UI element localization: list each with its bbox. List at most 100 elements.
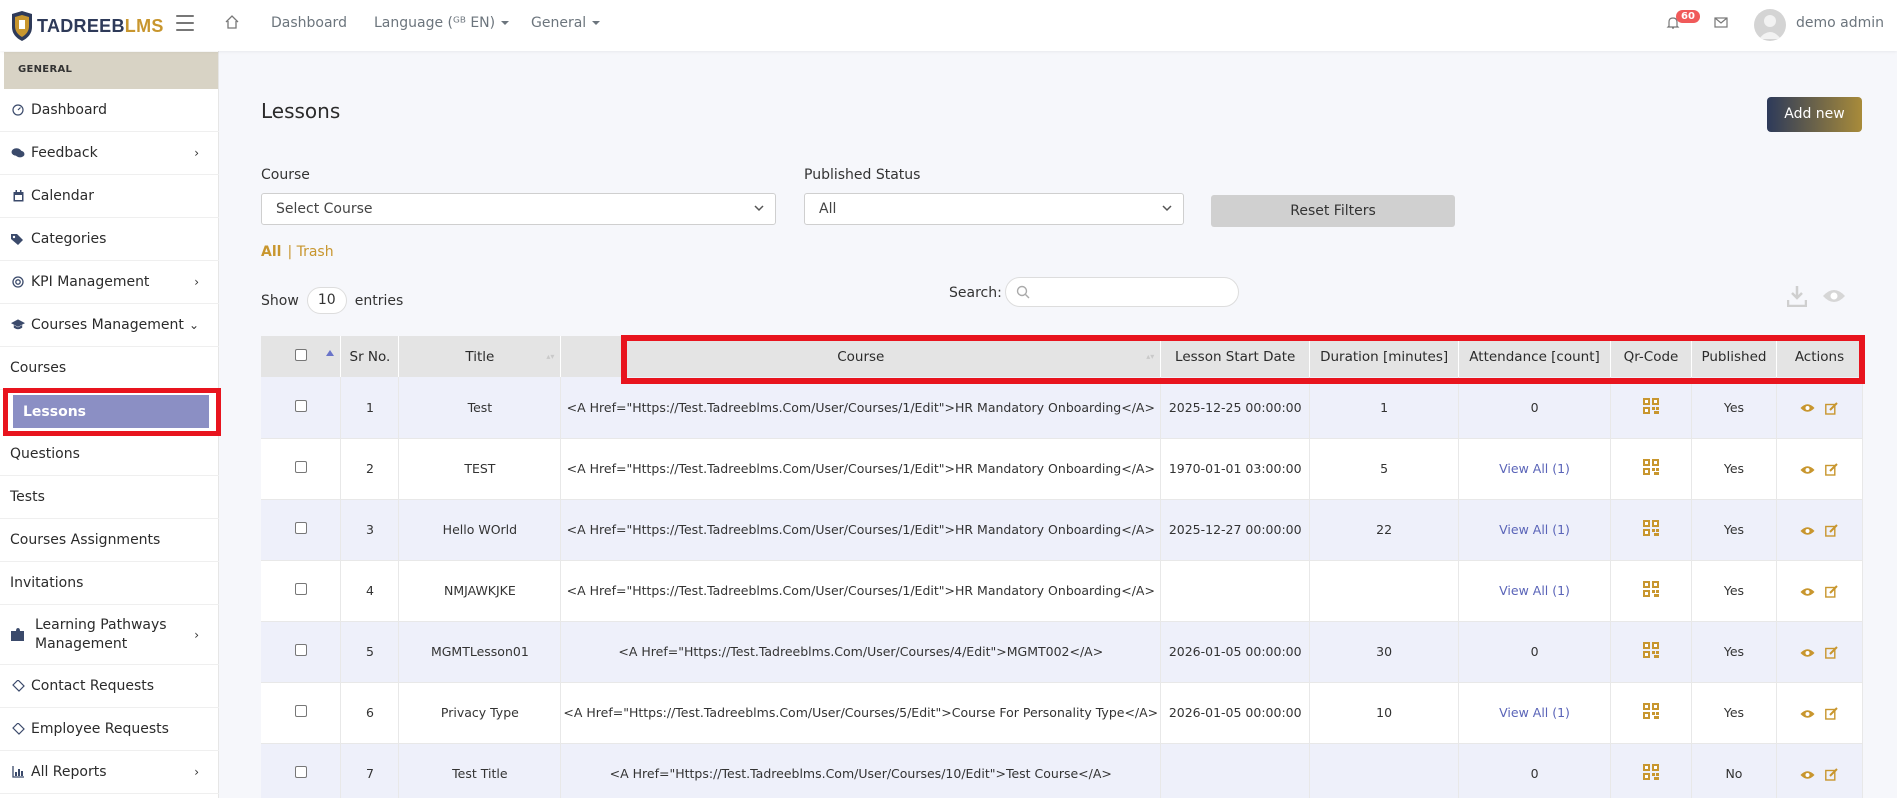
table-body: 1 Test <A Href="Https://Test.Tadreeblms.… [261,377,1864,798]
download-icon[interactable] [1787,285,1807,307]
sidebar-item-contact-requests[interactable]: Contact Requests [0,665,219,708]
cell-title: Privacy Type [398,682,562,744]
view-eye-icon[interactable] [1800,648,1815,658]
add-new-button[interactable]: Add new [1767,97,1862,132]
cell-course: <A Href="Https://Test.Tadreeblms.Com/Use… [560,560,1162,622]
row-checkbox[interactable] [294,705,307,717]
select-all-header[interactable] [261,336,342,377]
sidebar-item-dashboard[interactable]: Dashboard [0,89,219,132]
row-checkbox[interactable] [294,766,307,778]
nav-general-label: General [531,15,587,31]
qr-code-icon[interactable] [1642,459,1659,475]
row-select-cell [261,560,342,622]
edit-icon[interactable] [1825,402,1839,415]
attendance-value[interactable]: View All (1) [1499,583,1570,598]
qr-code-icon[interactable] [1642,703,1659,719]
search-label: Search: [949,285,1002,301]
attendance-value[interactable]: View All (1) [1499,522,1570,537]
tags-icon [11,232,25,246]
view-eye-icon[interactable] [1800,465,1815,475]
username[interactable]: demo admin [1796,15,1884,31]
view-eye-icon[interactable] [1800,770,1815,780]
sidebar-item-all-reports[interactable]: All Reports › [0,751,219,794]
cell-start-date: 1970-01-01 03:00:00 [1160,438,1311,500]
tab-trash[interactable]: | Trash [287,244,333,260]
cell-actions [1776,377,1864,439]
cell-course: <A Href="Https://Test.Tadreeblms.Com/Use… [560,377,1162,439]
cell-duration: 10 [1309,682,1460,744]
row-select-cell [261,377,342,439]
hamburger-menu-icon[interactable] [176,15,194,31]
nav-language[interactable]: Language (ᴳᴮ EN) [374,15,510,31]
sidebar-item-label: Courses Assignments [10,532,161,548]
home-icon[interactable] [224,14,240,30]
logo[interactable]: TADREEBLMS [10,10,164,42]
sidebar-item-kpi-management[interactable]: KPI Management › [0,261,219,304]
sidebar-item-tests[interactable]: Tests [0,476,219,519]
row-checkbox[interactable] [294,583,307,595]
attendance-value: 0 [1530,766,1539,781]
cell-title: NMJAWKJKE [398,560,562,622]
qr-code-icon[interactable] [1642,397,1659,414]
tab-all[interactable]: All [261,244,281,260]
reset-filters-button[interactable]: Reset Filters [1211,195,1455,227]
sidebar-item-feedback[interactable]: Feedback › [0,132,219,175]
select-all-checkbox[interactable] [294,348,307,361]
sidebar-item-categories[interactable]: Categories [0,218,219,261]
edit-icon[interactable] [1825,768,1839,781]
cell-course: <A Href="Https://Test.Tadreeblms.Com/Use… [560,438,1162,500]
published-status-select[interactable]: All [804,193,1184,225]
row-checkbox[interactable] [294,461,307,473]
qr-code-icon[interactable] [1642,642,1659,658]
cell-actions [1776,682,1864,744]
sidebar-item-calendar[interactable]: Calendar [0,175,219,218]
page-title: Lessons [261,99,341,123]
qr-code-icon[interactable] [1642,764,1659,780]
course-select[interactable]: Select Course [261,193,776,225]
mail-icon[interactable] [1714,17,1728,29]
edit-icon[interactable] [1825,585,1839,598]
cell-title: Hello WOrld [398,499,562,561]
header-sr-no[interactable]: Sr No. [340,336,400,377]
cell-published: Yes [1691,438,1777,500]
brand-part-1: TADREEB [37,15,125,36]
edit-icon[interactable] [1825,524,1839,537]
nav-dashboard[interactable]: Dashboard [271,15,347,31]
sidebar-item-label: Questions [10,446,80,462]
edit-icon[interactable] [1825,463,1839,476]
sidebar-item-questions[interactable]: Questions [0,433,219,476]
published-status-value: All [819,201,837,217]
attendance-value[interactable]: View All (1) [1499,705,1570,720]
sidebar-item-employee-requests[interactable]: Employee Requests [0,708,219,751]
edit-icon[interactable] [1825,646,1839,659]
sidebar-item-courses[interactable]: Courses [0,347,219,390]
shield-logo-icon [12,11,32,41]
sidebar-item-learning-pathways[interactable]: Learning Pathways Management › [0,605,219,665]
avatar[interactable] [1754,9,1786,41]
sidebar-item-courses-assignments[interactable]: Courses Assignments [0,519,219,562]
view-eye-icon[interactable] [1800,587,1815,597]
edit-icon[interactable] [1825,707,1839,720]
header-title[interactable]: Title ▴▾ [398,336,562,377]
search-input[interactable] [1005,277,1239,307]
view-eye-icon[interactable] [1800,403,1815,413]
entries-select[interactable]: 10 [306,287,347,314]
notification-badge: 60 [1676,10,1700,23]
view-eye-icon[interactable] [1800,709,1815,719]
cell-duration: 1 [1309,377,1460,439]
sidebar-item-courses-management[interactable]: Courses Management ⌄ [0,304,219,347]
cell-qr-code [1610,377,1692,439]
sidebar-item-label: Courses [10,360,67,376]
qr-code-icon[interactable] [1642,581,1659,597]
eye-icon[interactable] [1822,288,1846,304]
sidebar-item-label: Contact Requests [31,678,155,694]
nav-general[interactable]: General [531,15,601,31]
row-checkbox[interactable] [294,522,307,534]
qr-code-icon[interactable] [1642,520,1659,536]
cell-course: <A Href="Https://Test.Tadreeblms.Com/Use… [560,743,1162,798]
attendance-value[interactable]: View All (1) [1499,461,1570,476]
view-eye-icon[interactable] [1800,526,1815,536]
row-checkbox[interactable] [294,399,307,412]
sidebar-item-invitations[interactable]: Invitations [0,562,219,605]
row-checkbox[interactable] [294,644,307,656]
